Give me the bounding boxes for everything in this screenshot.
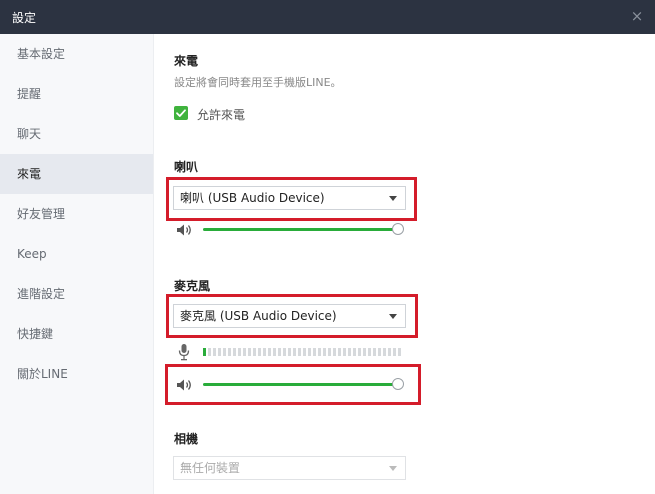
meter-segment [253,348,256,356]
meter-segment [243,348,246,356]
meter-segment [248,348,251,356]
meter-segment [388,348,391,356]
close-icon[interactable]: × [629,7,645,25]
speaker-icon [177,379,191,391]
meter-segment [353,348,356,356]
meter-segment [293,348,296,356]
camera-device-select[interactable]: 無任何裝置 [173,456,406,480]
meter-segment [218,348,221,356]
meter-segment [323,348,326,356]
speaker-volume-track[interactable] [203,228,396,231]
meter-segment [273,348,276,356]
chevron-down-icon [389,314,397,319]
microphone-icon [178,344,190,361]
meter-segment [348,348,351,356]
meter-segment [308,348,311,356]
meter-segment [233,348,236,356]
meter-segment [228,348,231,356]
window-titlebar: 設定 × [0,0,655,34]
meter-segment [213,348,216,356]
sidebar-item-calls[interactable]: 來電 [0,154,153,194]
window-title: 設定 [12,11,37,25]
meter-segment [383,348,386,356]
speaker-icon [177,224,191,236]
meter-segment [378,348,381,356]
meter-segment [368,348,371,356]
meter-segment [373,348,376,356]
sidebar-item-chats[interactable]: 聊天 [0,114,153,154]
microphone-volume-track[interactable] [203,383,396,386]
microphone-input-level-meter [203,348,401,356]
allow-calls-label: 允許來電 [197,108,246,122]
meter-segment [298,348,301,356]
sidebar-item-keep[interactable]: Keep [0,234,153,274]
chevron-down-icon [389,466,397,471]
sidebar-item-advanced[interactable]: 進階設定 [0,274,153,314]
microphone-device-select[interactable]: 麥克風 (USB Audio Device) [173,304,406,328]
meter-segment [343,348,346,356]
meter-segment [398,348,401,356]
meter-segment [263,348,266,356]
speaker-device-value: 喇叭 (USB Audio Device) [180,191,325,205]
meter-segment [363,348,366,356]
meter-segment [318,348,321,356]
speaker-volume-thumb[interactable] [392,223,404,235]
meter-segment [303,348,306,356]
meter-segment [268,348,271,356]
microphone-volume-thumb[interactable] [392,378,404,390]
meter-segment [338,348,341,356]
chevron-down-icon [389,196,397,201]
calls-section-subtitle: 設定將會同時套用至手機版LINE。 [174,76,342,89]
calls-section-title: 來電 [174,54,199,68]
meter-segment [258,348,261,356]
meter-segment [393,348,396,356]
camera-device-value: 無任何裝置 [180,461,241,475]
calls-settings-panel: 來電 設定將會同時套用至手機版LINE。 允許來電 喇叭 喇叭 (USB Aud… [155,34,655,494]
meter-segment [358,348,361,356]
meter-segment [288,348,291,356]
meter-segment [278,348,281,356]
sidebar-item-shortcuts[interactable]: 快捷鍵 [0,314,153,354]
meter-segment [208,348,211,356]
meter-segment [238,348,241,356]
meter-segment [328,348,331,356]
meter-segment [283,348,286,356]
camera-section-title: 相機 [174,432,199,446]
sidebar-item-about[interactable]: 關於LINE [0,354,153,394]
sidebar-item-general[interactable]: 基本設定 [0,34,153,74]
sidebar-item-notifications[interactable]: 提醒 [0,74,153,114]
speaker-device-select[interactable]: 喇叭 (USB Audio Device) [173,186,406,210]
meter-segment [203,348,206,356]
sidebar-item-friends[interactable]: 好友管理 [0,194,153,234]
allow-calls-checkbox[interactable] [174,106,188,120]
meter-segment [313,348,316,356]
checkmark-icon [176,109,186,117]
meter-segment [223,348,226,356]
settings-sidebar: 基本設定 提醒 聊天 來電 好友管理 Keep 進階設定 快捷鍵 關於LINE [0,34,154,494]
speaker-section-title: 喇叭 [174,160,199,174]
microphone-device-value: 麥克風 (USB Audio Device) [180,309,337,323]
microphone-section-title: 麥克風 [174,279,211,293]
meter-segment [333,348,336,356]
